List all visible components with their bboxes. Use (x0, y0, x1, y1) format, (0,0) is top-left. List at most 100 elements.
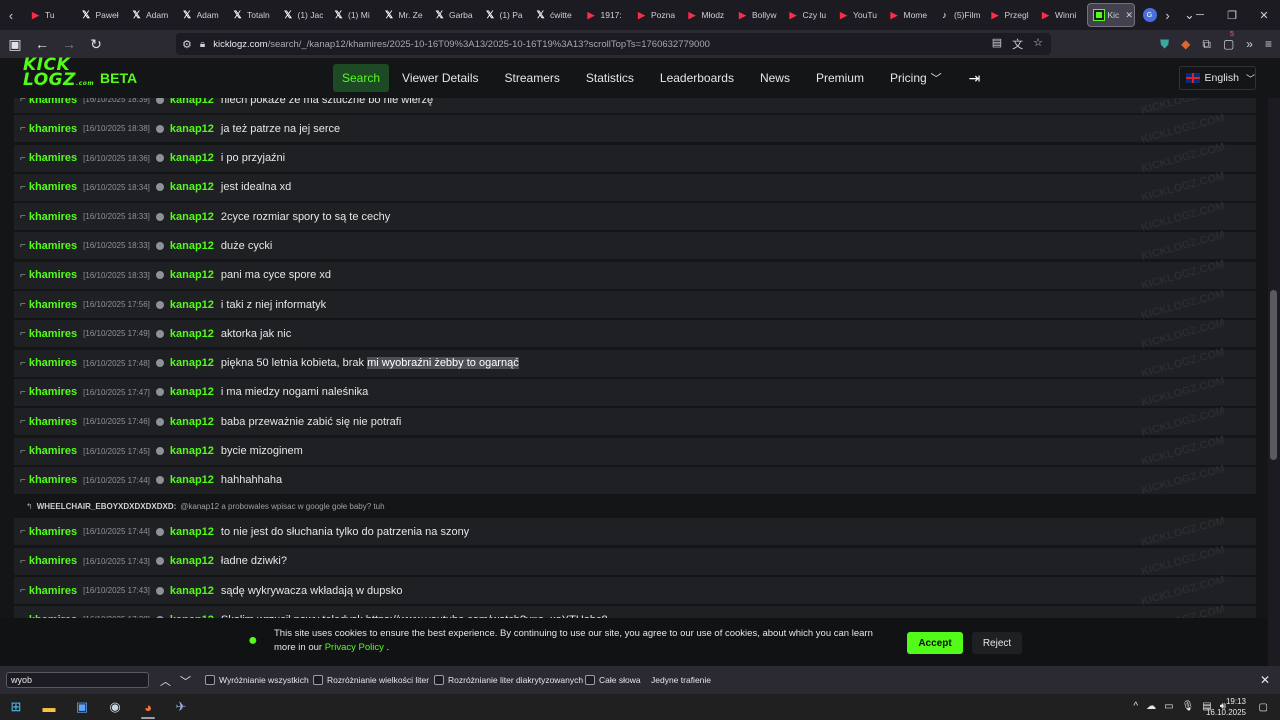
channel-chip[interactable]: ⌐khamires (20, 98, 77, 106)
message-username[interactable]: kanap12 (170, 585, 214, 597)
bookmark-star-icon[interactable]: ☆ (1033, 36, 1043, 52)
message-username[interactable]: kanap12 (170, 526, 214, 538)
channel-chip[interactable]: ⌐khamires (20, 181, 77, 193)
browser-tab[interactable]: ▶ Tu (22, 0, 73, 30)
nav-premium[interactable]: Premium (803, 64, 877, 92)
message-username[interactable]: kanap12 (170, 152, 214, 164)
message-username[interactable]: kanap12 (170, 357, 214, 369)
browser-tab[interactable]: 𝕏 (1) Mi (325, 0, 376, 30)
find-previous-icon[interactable]: ︿ (160, 673, 171, 689)
url-bar[interactable]: ⚙ 🔒︎ kicklogz.com/search/_/kanap12/khami… (176, 33, 1051, 55)
browser-tab[interactable]: 𝕏 Adam (174, 0, 225, 30)
browser-tab[interactable]: ▶ Mome (881, 0, 932, 30)
browser-tab[interactable]: ▶ Bollyw (729, 0, 780, 30)
browser-tab[interactable]: 𝕏ćwitte (527, 0, 578, 30)
message-username[interactable]: kanap12 (170, 328, 214, 340)
site-info-icon[interactable]: ⚙ (182, 38, 192, 51)
channel-chip[interactable]: ⌐khamires (20, 357, 77, 369)
browser-tab[interactable]: ▶ Przegl (982, 0, 1033, 30)
windows-start-icon[interactable]: ⊞ (6, 697, 26, 717)
find-whole-words[interactable]: Całe słowa (585, 675, 641, 685)
channel-chip[interactable]: ⌐khamires (20, 328, 77, 340)
channel-chip[interactable]: ⌐khamires (20, 269, 77, 281)
reader-view-icon[interactable]: ▤ (992, 36, 1002, 52)
message-username[interactable]: kanap12 (170, 386, 214, 398)
nav-statistics[interactable]: Statistics (573, 64, 647, 92)
sidebar-toggle-icon[interactable]: ▣ (3, 32, 27, 56)
translate-icon[interactable]: 文 (1012, 36, 1023, 52)
back-icon[interactable]: ← (30, 32, 54, 56)
browser-tab[interactable]: ▶ 1917: (578, 0, 629, 30)
find-match-case[interactable]: Rozróżnianie wielkości liter (313, 675, 429, 685)
browser-tab[interactable]: ▶ Młodz (679, 0, 730, 30)
nav-streamers[interactable]: Streamers (492, 64, 573, 92)
browser-tab[interactable]: 𝕏 Mr. Ze (376, 0, 427, 30)
message-username[interactable]: kanap12 (170, 555, 214, 567)
kicklogz-logo[interactable]: KICK LOGZ.com (23, 57, 94, 94)
tab-overflow-icon[interactable]: G (1142, 8, 1157, 22)
channel-chip[interactable]: ⌐khamires (20, 240, 77, 252)
checkbox[interactable] (434, 675, 444, 685)
browser-tab[interactable]: 𝕏 (1) Pa (477, 0, 528, 30)
notification-extension-icon[interactable]: ▢ 5 (1223, 31, 1234, 51)
tab-active[interactable]: Kic ✕ (1086, 3, 1135, 27)
page-scrollbar-thumb[interactable] (1270, 290, 1277, 460)
browser-tab[interactable]: 𝕏 Totaln (224, 0, 275, 30)
language-selector[interactable]: English ﹀ (1179, 66, 1256, 90)
checkbox[interactable] (205, 675, 215, 685)
browser-tab[interactable]: ▶ YouTu (830, 0, 881, 30)
message-username[interactable]: kanap12 (170, 299, 214, 311)
tab-scroll-left-icon[interactable]: ‹ (0, 0, 22, 30)
checkbox[interactable] (585, 675, 595, 685)
close-window-icon[interactable]: ✕ (1248, 9, 1280, 22)
firefox-icon[interactable]: ◕ (138, 697, 158, 717)
file-explorer-icon[interactable]: ▬ (39, 697, 59, 717)
browser-tab[interactable]: ▶ Winni (1032, 0, 1083, 30)
privacy-policy-link[interactable]: Privacy Policy (325, 642, 384, 653)
minimize-icon[interactable]: ─ (1184, 9, 1216, 21)
channel-chip[interactable]: ⌐khamires (20, 299, 77, 311)
channel-chip[interactable]: ⌐khamires (20, 526, 77, 538)
find-highlight-all[interactable]: Wyróżnianie wszystkich (205, 675, 309, 685)
lock-icon[interactable]: 🔒︎ (200, 39, 205, 50)
display-icon[interactable]: ▭ (1164, 701, 1173, 712)
message-username[interactable]: kanap12 (170, 98, 214, 106)
nav-search[interactable]: Search (333, 64, 390, 92)
find-input[interactable] (6, 672, 149, 688)
channel-chip[interactable]: ⌐khamires (20, 474, 77, 486)
message-username[interactable]: kanap12 (170, 445, 214, 457)
channel-chip[interactable]: ⌐khamires (20, 585, 77, 597)
channel-chip[interactable]: ⌐khamires (20, 123, 77, 135)
find-close-icon[interactable]: ✕ (1260, 673, 1270, 687)
message-username[interactable]: kanap12 (170, 269, 214, 281)
tray-overflow-icon[interactable]: ^ (1133, 701, 1138, 712)
taskbar-clock[interactable]: 19:13 16.10.2025 (1206, 696, 1246, 718)
accept-cookies-button[interactable]: Accept (907, 632, 963, 654)
nav-viewer-details[interactable]: Viewer Details (389, 64, 491, 92)
notifications-icon[interactable]: ▢ (1259, 702, 1268, 713)
checkbox[interactable] (313, 675, 323, 685)
restore-icon[interactable]: ❐ (1216, 9, 1248, 22)
channel-chip[interactable]: ⌐khamires (20, 211, 77, 223)
browser-tab[interactable]: 𝕏 Garba (426, 0, 477, 30)
message-username[interactable]: kanap12 (170, 240, 214, 252)
message-username[interactable]: kanap12 (170, 211, 214, 223)
login-icon[interactable]: ⇥ (969, 70, 981, 87)
reject-cookies-button[interactable]: Reject (972, 632, 1022, 654)
find-match-diacritics[interactable]: Rozróżnianie liter diakrytyzowanych (434, 675, 583, 685)
message-username[interactable]: kanap12 (170, 123, 214, 135)
message-username[interactable]: kanap12 (170, 181, 214, 193)
browser-tab[interactable]: 𝕏 Paweł (73, 0, 124, 30)
overflow-chevrons-icon[interactable]: » (1246, 37, 1253, 51)
browser-tab[interactable]: ▶ Pozna (628, 0, 679, 30)
channel-chip[interactable]: ⌐khamires (20, 555, 77, 567)
channel-chip[interactable]: ⌐khamires (20, 152, 77, 164)
find-next-icon[interactable]: ﹀ (180, 673, 191, 689)
url-text[interactable]: kicklogz.com/search/_/kanap12/khamires/2… (213, 39, 710, 50)
tab-scroll-right-icon[interactable]: › (1157, 0, 1179, 30)
browser-tab[interactable]: 𝕏 (1) Jac (275, 0, 326, 30)
nav-news[interactable]: News (747, 64, 803, 92)
browser-tab[interactable]: 𝕏 Adam (123, 0, 174, 30)
shield-extension-icon[interactable]: ⛊ (1160, 37, 1169, 52)
reply-username[interactable]: WHEELCHAIR_EBOYXDXDXDXDXD: (37, 502, 177, 511)
